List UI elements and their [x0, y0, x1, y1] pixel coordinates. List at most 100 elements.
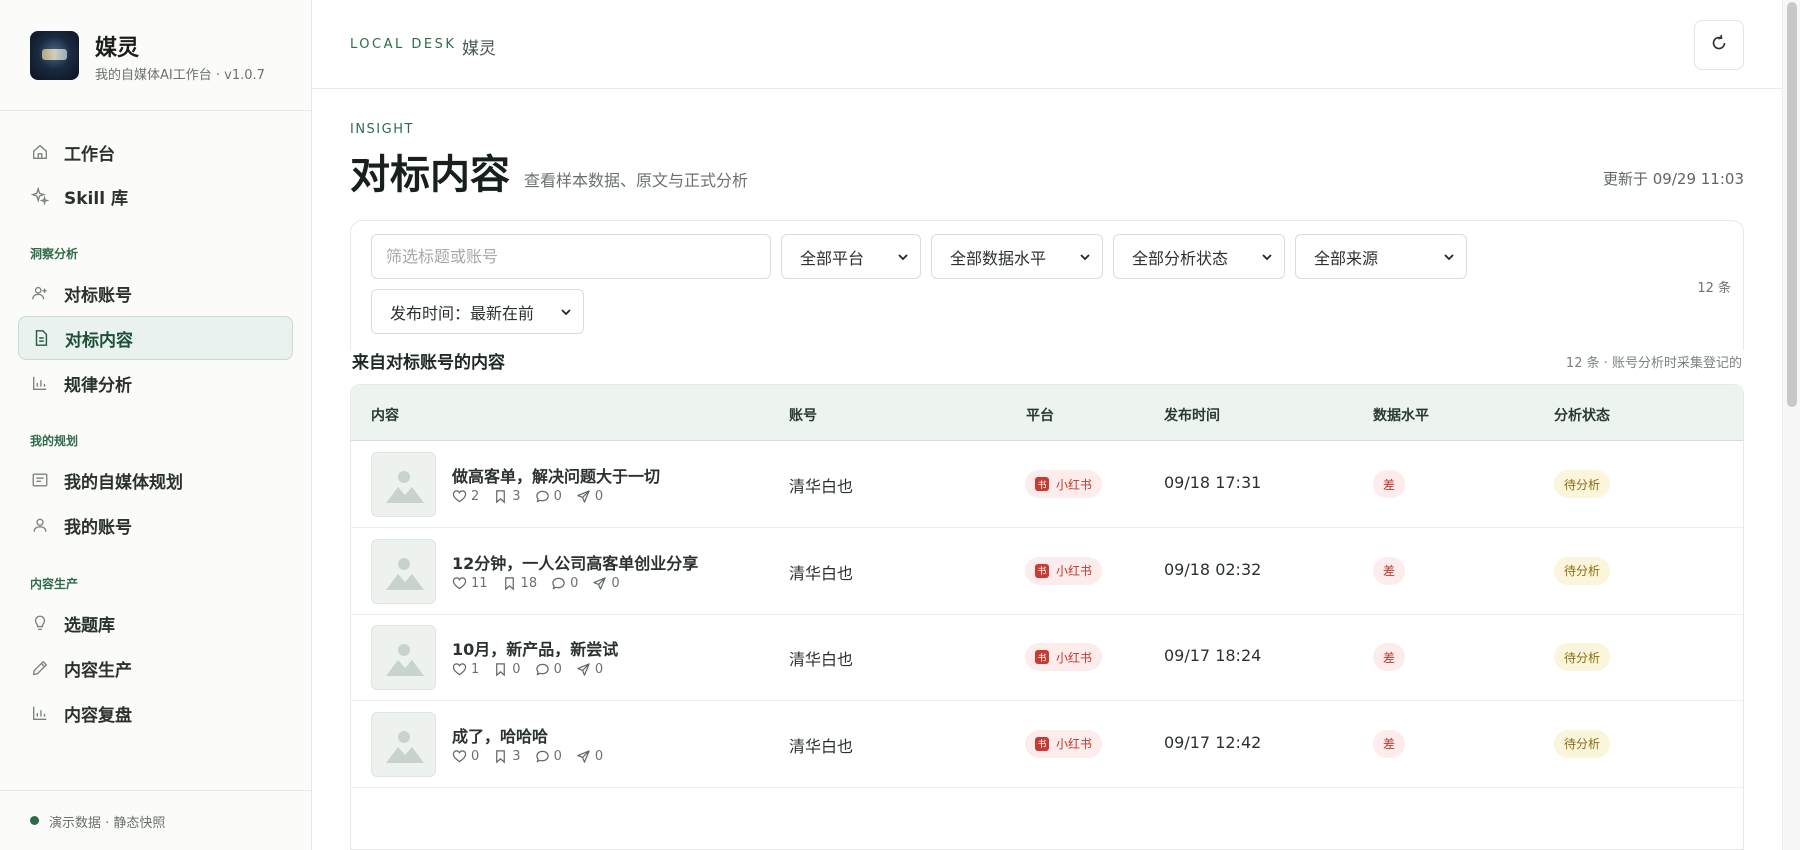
sidebar-item-topic-library[interactable]: 选题库: [18, 601, 293, 645]
likes-stat: 1: [452, 662, 479, 677]
analysis-status-badge: 待分析: [1554, 556, 1611, 585]
thumbnail-placeholder[interactable]: [371, 452, 436, 517]
send-icon: [577, 490, 590, 503]
sidebar-item-pattern-analysis[interactable]: 规律分析: [18, 361, 293, 405]
sidebar-item-my-media-plan[interactable]: 我的自媒体规划: [18, 458, 293, 502]
saves-count: 0: [512, 662, 521, 677]
result-count: 12 条: [1697, 281, 1731, 296]
column-header-data-level: 数据水平: [1373, 408, 1429, 424]
saves-stat: 18: [502, 576, 537, 591]
topbar: LOCAL DESK 媒灵: [312, 0, 1782, 89]
sidebar-item-label: 内容生产: [64, 660, 132, 681]
platform-label: 小红书: [1056, 650, 1093, 665]
thumbnail-placeholder[interactable]: [371, 538, 436, 604]
account-name[interactable]: 清华白也: [789, 473, 853, 497]
data-level-badge: 差: [1373, 556, 1405, 585]
publish-time: 09/17 12:42: [1164, 732, 1262, 752]
analysis-status-select[interactable]: 全部分析状态: [1113, 234, 1285, 279]
bookmark-icon: [496, 663, 506, 677]
publish-time-sort-value: 发布时间：最新在前: [390, 303, 535, 323]
table-row[interactable]: 成了，哈哈哈 0 3 0 0 清华白也 书 小红书 09/17 12:42 差 …: [351, 702, 1743, 788]
send-icon: [577, 749, 590, 763]
account-name[interactable]: 清华白也: [789, 733, 853, 757]
heart-icon: [452, 490, 467, 503]
content-title[interactable]: 做高客单，解决问题大于一切: [452, 463, 660, 487]
sidebar-item-my-account[interactable]: 我的账号: [18, 503, 293, 547]
data-level-badge: 差: [1373, 470, 1405, 498]
thumbnail-placeholder[interactable]: [371, 625, 436, 690]
content-title[interactable]: 成了，哈哈哈: [452, 723, 548, 747]
chevron-down-icon: [898, 254, 908, 261]
user-add-icon: [30, 283, 50, 303]
likes-count: 1: [471, 662, 480, 677]
filter-panel: 全部平台 全部数据水平 全部分析状态 全部来源 发布时间：最新在前 12 条: [350, 220, 1744, 350]
image-placeholder-icon: [386, 471, 424, 503]
comments-stat: 0: [551, 576, 578, 591]
content-title[interactable]: 10月，新产品，新尝试: [452, 636, 618, 660]
shares-count: 0: [594, 489, 604, 504]
platform-badge: 书 小红书: [1025, 556, 1103, 585]
source-select[interactable]: 全部来源: [1295, 234, 1467, 279]
thumbnail-placeholder[interactable]: [371, 711, 436, 777]
sidebar-item-label: 我的账号: [64, 517, 132, 538]
status-dot-icon: [30, 816, 39, 825]
xiaohongshu-icon: 书: [1035, 477, 1049, 491]
app-subtitle: 我的自媒体AI工作台 · v1.0.7: [95, 68, 265, 83]
account-name[interactable]: 清华白也: [789, 560, 853, 584]
data-level-select[interactable]: 全部数据水平: [931, 234, 1103, 279]
saves-stat: 3: [493, 749, 521, 764]
table-row[interactable]: 做高客单，解决问题大于一切 2 3 0 0 清华白也 书 小红书 09/18 1…: [351, 442, 1743, 528]
platform-label: 小红书: [1056, 737, 1093, 751]
sidebar-item-workbench[interactable]: 工作台: [18, 130, 293, 174]
platform-badge: 书 小红书: [1025, 643, 1103, 671]
bar-chart-icon: [30, 703, 50, 723]
list-meta: 12 条 · 账号分析时采集登记的: [1565, 356, 1742, 371]
sidebar-item-content-review[interactable]: 内容复盘: [18, 691, 293, 735]
image-placeholder-icon: [386, 557, 424, 590]
likes-stat: 2: [452, 489, 479, 504]
platform-select[interactable]: 全部平台: [781, 234, 921, 279]
platform-label: 小红书: [1056, 477, 1093, 492]
xiaohongshu-icon: 书: [1035, 563, 1049, 578]
user-icon: [30, 515, 50, 535]
comments-count: 0: [570, 575, 579, 591]
sidebar-item-benchmark-content[interactable]: 对标内容: [18, 316, 293, 360]
sidebar-item-benchmark-accounts[interactable]: 对标账号: [18, 271, 293, 315]
data-level-badge: 差: [1373, 643, 1405, 671]
search-input[interactable]: [371, 234, 771, 279]
refresh-icon: [1709, 33, 1729, 57]
image-placeholder-icon: [386, 644, 424, 676]
publish-time: 09/18 02:32: [1164, 559, 1262, 579]
sidebar-item-content-production[interactable]: 内容生产: [18, 646, 293, 690]
table-row[interactable]: 10月，新产品，新尝试 1 0 0 0 清华白也 书 小红书 09/17 18:…: [351, 615, 1743, 701]
pencil-icon: [30, 658, 50, 678]
comment-icon: [535, 750, 549, 762]
section-title-content-production: 内容生产: [30, 577, 79, 591]
publish-time: 09/18 17:31: [1164, 473, 1262, 492]
sidebar-item-label: 工作台: [64, 144, 115, 165]
bar-chart-icon: [30, 373, 50, 393]
column-header-analysis-status: 分析状态: [1554, 408, 1610, 424]
shares-count: 0: [594, 748, 604, 764]
page-scrollbar[interactable]: [1782, 0, 1800, 850]
page-eyebrow: INSIGHT: [350, 122, 414, 137]
shares-stat: 0: [576, 489, 603, 504]
publish-time-sort-select[interactable]: 发布时间：最新在前: [371, 289, 584, 334]
sidebar-item-skill-library[interactable]: Skill 库: [18, 174, 293, 218]
saves-count: 3: [512, 489, 521, 504]
scrollbar-thumb[interactable]: [1787, 2, 1797, 407]
content-title[interactable]: 12分钟，一人公司高客单创业分享: [452, 550, 698, 574]
account-name[interactable]: 清华白也: [789, 646, 853, 670]
table-row[interactable]: 12分钟，一人公司高客单创业分享 11 18 0 0 清华白也 书 小红书 09…: [351, 529, 1743, 615]
refresh-button[interactable]: [1694, 20, 1744, 70]
demo-data-status: 演示数据 · 静态快照: [49, 816, 166, 831]
topbar-title: 媒灵: [462, 39, 496, 59]
likes-count: 2: [471, 489, 480, 504]
data-level-badge: 差: [1373, 729, 1405, 758]
brand[interactable]: 媒灵 我的自媒体AI工作台 · v1.0.7: [30, 30, 290, 86]
likes-stat: 11: [452, 576, 488, 591]
sidebar-item-label: 内容复盘: [64, 705, 132, 726]
comments-stat: 0: [535, 749, 562, 764]
sidebar-item-label: 对标内容: [65, 330, 133, 351]
image-placeholder-icon: [386, 730, 424, 763]
